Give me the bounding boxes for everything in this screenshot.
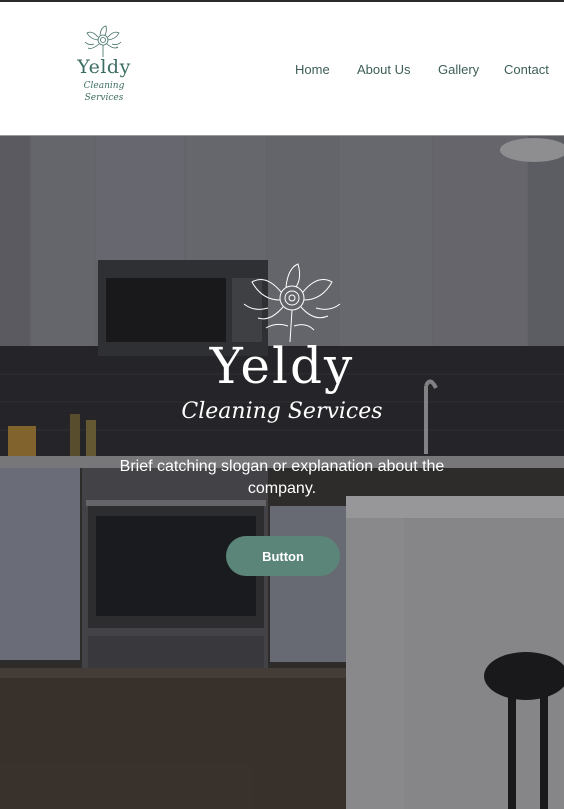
flower-icon (84, 25, 122, 57)
hero-slogan: Brief catching slogan or explanation abo… (119, 458, 445, 497)
logo-tagline: Cleaning Services (83, 81, 125, 103)
nav-item-contact[interactable]: Contact (504, 62, 549, 77)
flower-icon (243, 263, 341, 343)
hero-subtitle: Cleaning Services (181, 399, 383, 424)
hero-title: Yeldy (209, 337, 355, 395)
main-nav: Home About Us Gallery Contact (0, 62, 564, 82)
hero-section: Yeldy Cleaning Services Brief catching s… (0, 136, 564, 809)
site-header: Yeldy Cleaning Services Home About Us Ga… (0, 0, 564, 136)
nav-item-about-us[interactable]: About Us (357, 62, 410, 77)
nav-item-gallery[interactable]: Gallery (438, 62, 479, 77)
nav-item-home[interactable]: Home (295, 62, 330, 77)
hero-cta-button[interactable]: Button (226, 536, 340, 576)
